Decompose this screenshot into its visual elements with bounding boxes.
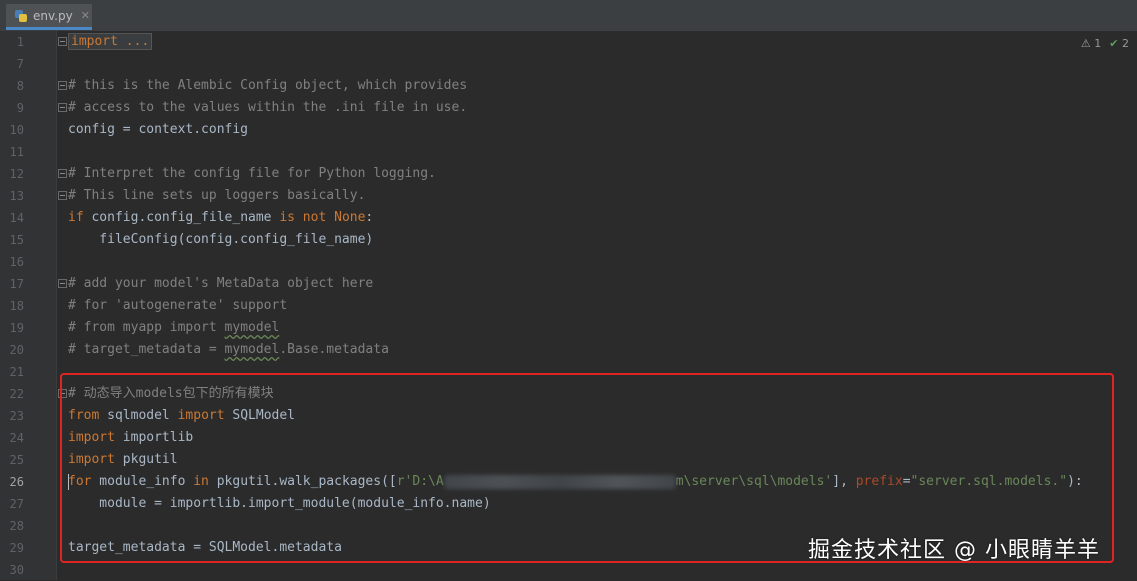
code-line-1: import ... xyxy=(68,31,153,53)
line-number: 27 xyxy=(9,497,24,511)
line-number: 11 xyxy=(9,145,24,159)
python-file-icon xyxy=(14,9,28,23)
line-number: 16 xyxy=(9,255,24,269)
code-line-13: # This line sets up loggers basically. xyxy=(68,188,366,203)
line-number-current: 26 xyxy=(9,475,24,489)
code-line-10: config = context.config xyxy=(68,122,249,137)
line-number: 19 xyxy=(9,321,24,335)
line-number: 20 xyxy=(9,343,24,357)
line-number: 21 xyxy=(9,365,24,379)
code-line-9: # access to the values within the .ini f… xyxy=(68,100,468,115)
line-number: 12 xyxy=(9,167,24,181)
tab-label: env.py xyxy=(33,8,73,23)
code-line-12: # Interpret the config file for Python l… xyxy=(68,166,436,181)
line-number: 30 xyxy=(9,563,24,577)
line-number: 22 xyxy=(9,387,24,401)
line-number: 15 xyxy=(9,233,24,247)
line-number: 25 xyxy=(9,453,24,467)
line-number: 13 xyxy=(9,189,24,203)
line-number: 1 xyxy=(16,35,24,49)
editor-tab-bar: env.py ✕ xyxy=(0,0,1137,32)
watermark: 掘金技术社区 @ 小眼睛羊羊 xyxy=(808,538,1100,563)
code-line-15: fileConfig(config.config_file_name) xyxy=(68,232,374,247)
code-line-19: # from myapp import mymodel xyxy=(68,320,280,335)
code-line-8: # this is the Alembic Config object, whi… xyxy=(68,78,468,93)
line-number: 14 xyxy=(9,211,24,225)
code-line-14: if config.config_file_name is not None: xyxy=(68,210,374,225)
line-number: 29 xyxy=(9,541,24,555)
line-number: 17 xyxy=(9,277,24,291)
tab-env-py[interactable]: env.py ✕ xyxy=(6,4,92,30)
line-number: 28 xyxy=(9,519,24,533)
collapsed-imports[interactable]: import ... xyxy=(68,33,153,50)
line-number: 7 xyxy=(16,57,24,71)
line-number: 10 xyxy=(9,123,24,137)
close-icon[interactable]: ✕ xyxy=(81,9,90,22)
code-line-18: # for 'autogenerate' support xyxy=(68,298,288,313)
line-number: 18 xyxy=(9,299,24,313)
line-number: 9 xyxy=(16,101,24,115)
code-line-20: # target_metadata = mymodel.Base.metadat… xyxy=(68,342,389,357)
line-number: 23 xyxy=(9,409,24,423)
line-number: 8 xyxy=(16,79,24,93)
code-line-17: # add your model's MetaData object here xyxy=(68,276,374,291)
line-number: 24 xyxy=(9,431,24,445)
